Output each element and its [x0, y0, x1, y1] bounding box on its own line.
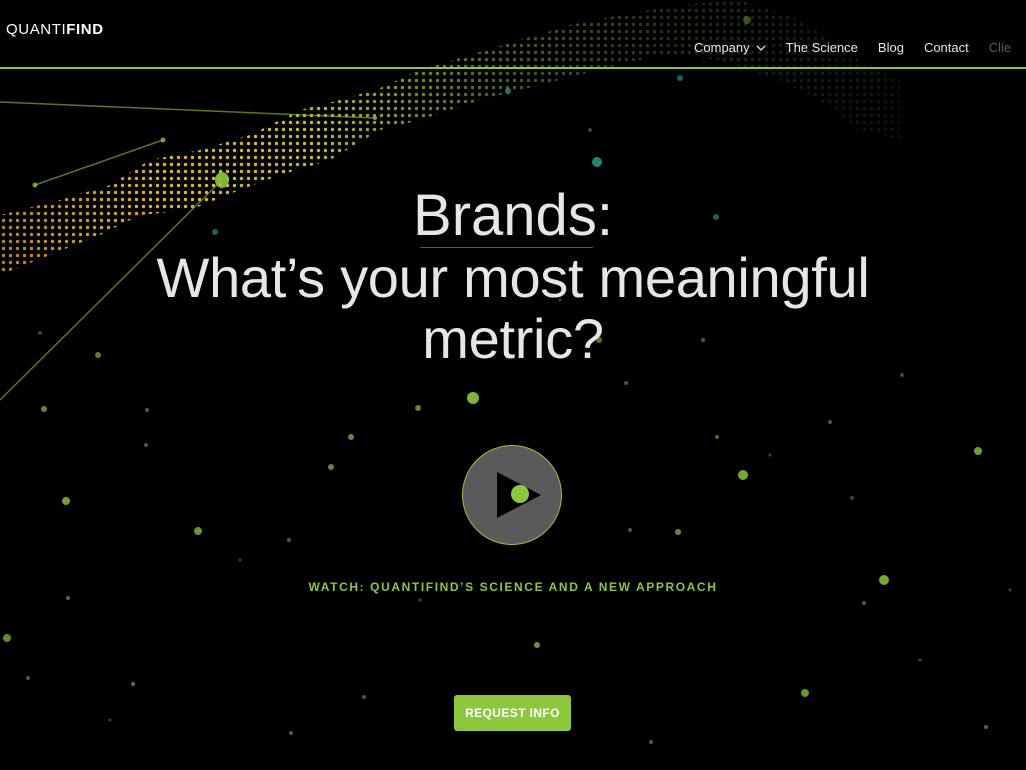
- background-dot: [62, 497, 70, 505]
- background-dot: [900, 373, 904, 377]
- nav-item-clients[interactable]: Clie: [989, 40, 1011, 56]
- background-dot: [828, 420, 832, 424]
- page: QUANTIFIND Company The Science Blog Cont…: [0, 0, 1026, 770]
- background-dot: [41, 406, 47, 412]
- hero-subheadline-line: metric?: [422, 307, 604, 370]
- background-dot: [108, 718, 112, 722]
- background-dot: [131, 682, 135, 686]
- nav-item-label: Blog: [877, 40, 904, 55]
- background-dot: [850, 496, 854, 500]
- connector-node: [373, 116, 377, 120]
- background-dot: [348, 434, 354, 440]
- background-dot: [768, 453, 772, 457]
- nav-item-company[interactable]: Company: [694, 40, 766, 56]
- background-dot: [289, 731, 293, 735]
- play-icon: [496, 471, 541, 518]
- background-dot: [862, 601, 866, 605]
- video-caption-link[interactable]: WATCH: QUANTIFIND’S SCIENCE AND A NEW AP…: [309, 580, 718, 594]
- background-dot: [628, 528, 632, 532]
- background-dot: [675, 529, 681, 535]
- background-dot: [588, 128, 592, 132]
- background-dot: [144, 443, 148, 447]
- play-dot: [510, 484, 529, 503]
- background-dot: [592, 157, 602, 167]
- request-info-button[interactable]: REQUEST INFO: [454, 695, 571, 731]
- background-dot: [26, 676, 30, 680]
- background-dot: [66, 596, 70, 600]
- logo-text-light: QUANTI: [6, 21, 67, 38]
- logo-text-bold: FIND: [66, 21, 104, 38]
- background-dot: [801, 689, 809, 697]
- quantifind-logo[interactable]: QUANTIFIND: [6, 22, 104, 38]
- background-dot: [328, 464, 334, 470]
- nav-item-contact[interactable]: Contact: [924, 40, 969, 56]
- background-dot: [918, 658, 922, 662]
- hero-headline: Brands:: [413, 183, 613, 248]
- background-dot: [649, 740, 653, 744]
- nav-item-the-science[interactable]: The Science: [786, 40, 858, 56]
- background-dot: [974, 447, 982, 455]
- background-dot: [287, 538, 291, 542]
- background-dot: [738, 470, 748, 480]
- nav-item-label: The Science: [785, 40, 858, 55]
- play-video-button[interactable]: [462, 445, 562, 545]
- nav-item-label: Contact: [923, 40, 969, 55]
- background-dot: [238, 558, 242, 562]
- nav-item-label: Clie: [988, 40, 1012, 55]
- background-dot: [715, 435, 719, 439]
- background-dot: [362, 695, 366, 699]
- background-dot: [534, 642, 540, 648]
- background-dot: [415, 405, 421, 411]
- background-dot: [677, 75, 683, 81]
- nav-item-label: Company: [694, 40, 750, 55]
- background-dot: [3, 634, 11, 642]
- headline-underline: [420, 247, 593, 248]
- background-dot: [194, 527, 202, 535]
- video-caption-container: WATCH: QUANTIFIND’S SCIENCE AND A NEW AP…: [0, 578, 1026, 596]
- background-dot: [418, 598, 422, 602]
- background-dot: [145, 408, 149, 412]
- hero-subheadline-line: What’s your most meaningful: [156, 246, 870, 309]
- nav-item-blog[interactable]: Blog: [878, 40, 904, 56]
- main-nav: Company The Science Blog Contact Clie: [694, 40, 1026, 56]
- chevron-down-icon: [756, 45, 766, 51]
- site-header: QUANTIFIND Company The Science Blog Cont…: [0, 0, 1026, 69]
- background-dot: [624, 381, 628, 385]
- hero: Brands: What’s your most meaningful metr…: [0, 183, 1026, 370]
- background-dot: [467, 392, 479, 404]
- connector-node: [160, 137, 166, 143]
- background-visualization: [0, 0, 1012, 744]
- background-dot: [505, 88, 511, 94]
- background-dot: [984, 725, 988, 729]
